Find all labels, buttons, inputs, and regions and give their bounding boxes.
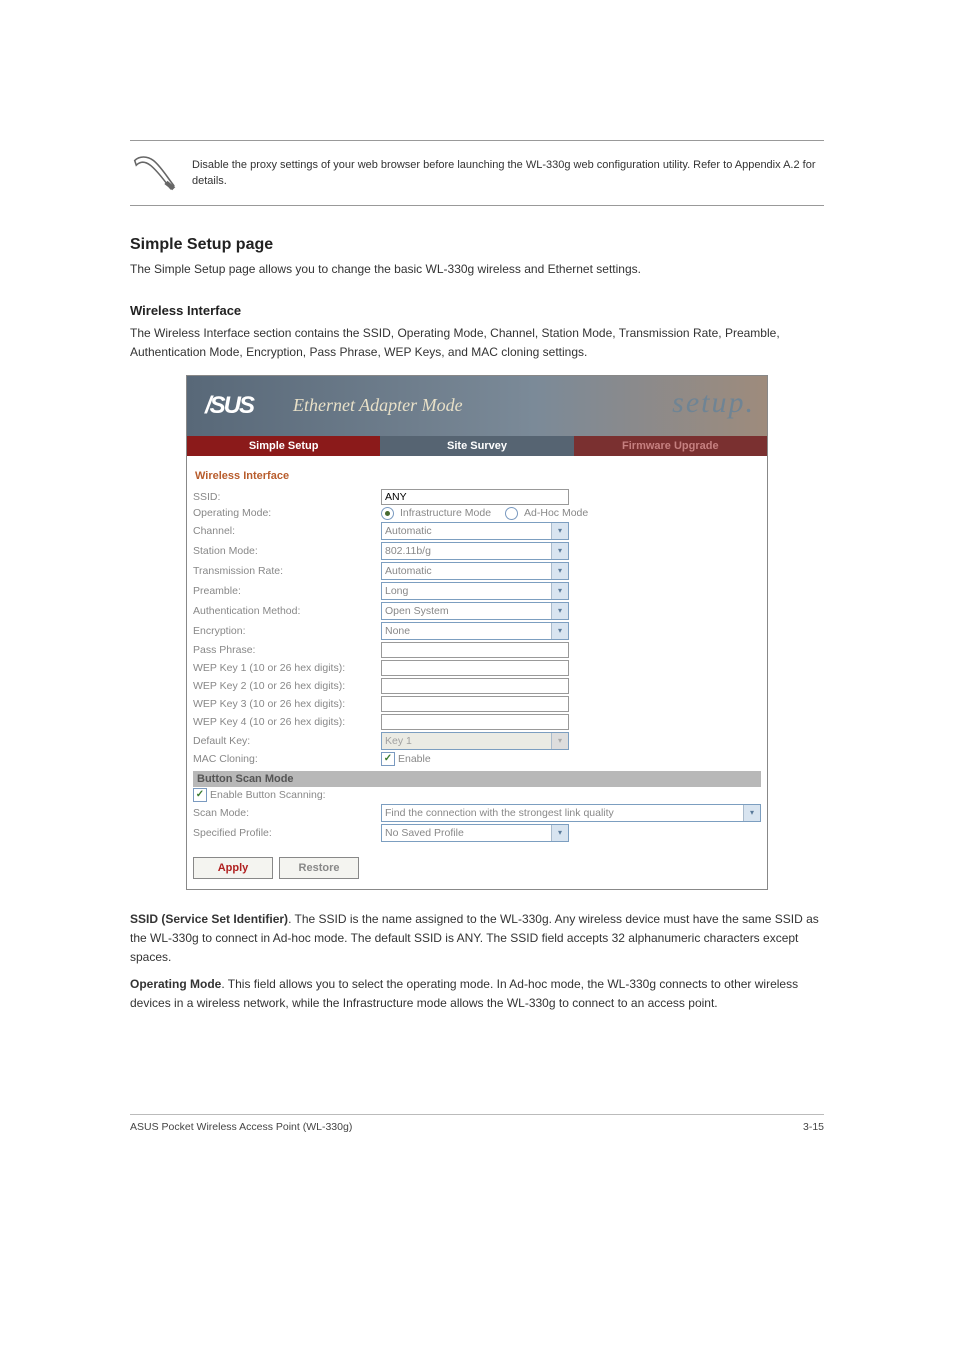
ssid-input[interactable] [381,489,569,505]
mac-cloning-checkbox[interactable]: ✓ [381,752,395,766]
sub-description: The Wireless Interface section contains … [130,324,824,362]
restore-button[interactable]: Restore [279,857,359,879]
chevron-down-icon: ▾ [551,563,568,579]
radio-adhoc[interactable] [505,507,518,520]
scan-mode-value: Find the connection with the strongest l… [385,807,614,819]
label-operating-mode: Operating Mode: [193,507,381,519]
asus-logo: /SUS [205,392,253,420]
label-wep4: WEP Key 4 (10 or 26 hex digits): [193,716,381,728]
section-button-scan-mode: Button Scan Mode [193,771,761,787]
label-wep3: WEP Key 3 (10 or 26 hex digits): [193,698,381,710]
label-channel: Channel: [193,525,381,537]
chevron-down-icon: ▾ [551,583,568,599]
tab-site-survey[interactable]: Site Survey [380,436,573,456]
sub-heading-wireless: Wireless Interface [130,303,824,318]
label-encryption: Encryption: [193,625,381,637]
label-default-key: Default Key: [193,735,381,747]
label-transmission-rate: Transmission Rate: [193,565,381,577]
footer-right: 3-15 [803,1121,824,1133]
label-scan-mode: Scan Mode: [193,807,381,819]
label-ssid: SSID: [193,491,381,503]
encryption-value: None [385,625,410,637]
setup-word: setup. [672,386,755,420]
mode-title: Ethernet Adapter Mode [293,395,463,416]
screenshot-header: /SUS Ethernet Adapter Mode setup. [187,376,767,436]
channel-select[interactable]: Automatic ▾ [381,522,569,540]
label-preamble: Preamble: [193,585,381,597]
tabs-row: Simple Setup Site Survey Firmware Upgrad… [187,436,767,456]
config-screenshot: /SUS Ethernet Adapter Mode setup. Simple… [186,375,768,890]
pencil-icon [130,153,180,193]
chevron-down-icon: ▾ [551,543,568,559]
wep3-input[interactable] [381,696,569,712]
paragraph-ssid: SSID (Service Set Identifier). The SSID … [130,910,824,968]
section-wireless-interface: Wireless Interface [193,464,761,488]
tab-firmware-upgrade[interactable]: Firmware Upgrade [574,436,767,456]
pass-phrase-input[interactable] [381,642,569,658]
auth-method-value: Open System [385,605,449,617]
preamble-select[interactable]: Long ▾ [381,582,569,600]
wep1-input[interactable] [381,660,569,676]
chevron-down-icon: ▾ [551,603,568,619]
page-footer: ASUS Pocket Wireless Access Point (WL-33… [130,1114,824,1133]
opmode-desc: . This field allows you to select the op… [130,977,798,1010]
channel-value: Automatic [385,525,432,537]
page-title: Simple Setup page [130,236,824,254]
transmission-rate-select[interactable]: Automatic ▾ [381,562,569,580]
transmission-rate-value: Automatic [385,565,432,577]
scan-mode-select[interactable]: Find the connection with the strongest l… [381,804,761,822]
label-station-mode: Station Mode: [193,545,381,557]
default-key-select: Key 1 ▾ [381,732,569,750]
tab-simple-setup[interactable]: Simple Setup [187,436,380,456]
chevron-down-icon: ▾ [551,825,568,841]
chevron-down-icon: ▾ [551,523,568,539]
station-mode-value: 802.11b/g [385,545,431,557]
note-text: Disable the proxy settings of your web b… [192,157,824,190]
specified-profile-select[interactable]: No Saved Profile ▾ [381,824,569,842]
mac-cloning-enable-label: Enable [398,753,431,765]
chevron-down-icon: ▾ [743,805,760,821]
radio-infrastructure[interactable] [381,507,394,520]
wep2-input[interactable] [381,678,569,694]
radio-adhoc-label: Ad-Hoc Mode [524,507,588,519]
ssid-term: SSID (Service Set Identifier) [130,912,288,926]
label-wep1: WEP Key 1 (10 or 26 hex digits): [193,662,381,674]
opmode-term: Operating Mode [130,977,221,991]
enable-button-scanning-checkbox[interactable]: ✓ [193,788,207,802]
chevron-down-icon: ▾ [551,733,568,749]
chevron-down-icon: ▾ [551,623,568,639]
label-specified-profile: Specified Profile: [193,827,381,839]
preamble-value: Long [385,585,408,597]
label-mac-cloning: MAC Cloning: [193,753,381,765]
label-auth-method: Authentication Method: [193,605,381,617]
label-enable-button-scanning: Enable Button Scanning: [210,789,326,801]
label-pass-phrase: Pass Phrase: [193,644,381,656]
wep4-input[interactable] [381,714,569,730]
label-wep2: WEP Key 2 (10 or 26 hex digits): [193,680,381,692]
main-description: The Simple Setup page allows you to chan… [130,260,824,279]
radio-infrastructure-label: Infrastructure Mode [400,507,491,519]
apply-button[interactable]: Apply [193,857,273,879]
note-block: Disable the proxy settings of your web b… [130,140,824,206]
default-key-value: Key 1 [385,735,412,747]
auth-method-select[interactable]: Open System ▾ [381,602,569,620]
station-mode-select[interactable]: 802.11b/g ▾ [381,542,569,560]
encryption-select[interactable]: None ▾ [381,622,569,640]
paragraph-operating-mode: Operating Mode. This field allows you to… [130,975,824,1013]
specified-profile-value: No Saved Profile [385,827,464,839]
footer-left: ASUS Pocket Wireless Access Point (WL-33… [130,1121,352,1133]
